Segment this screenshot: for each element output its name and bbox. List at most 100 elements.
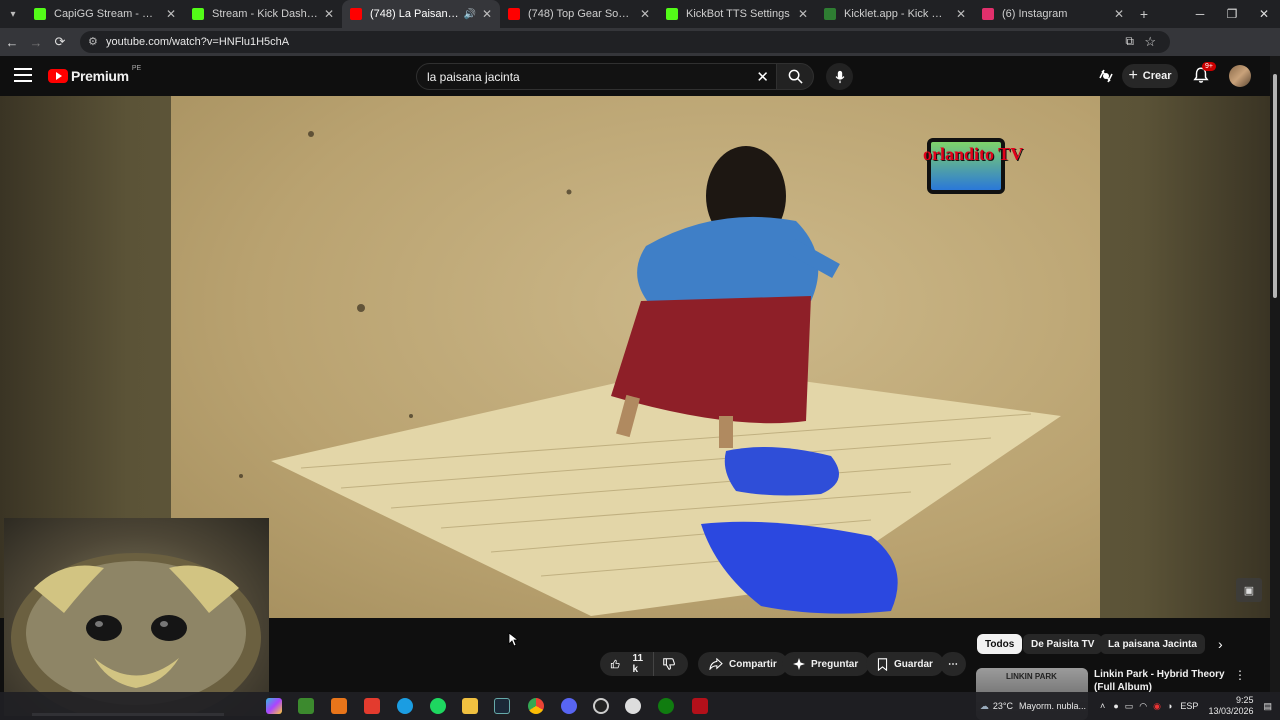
chip-de-paisita-tv[interactable]: De Paisita TV: [1023, 634, 1103, 654]
system-tray: ☁ 23°C Mayorm. nubla... ˄ ● ▭ ◠ ◉ ◑ ESP …: [980, 692, 1280, 720]
language-indicator[interactable]: ESP: [1180, 701, 1198, 711]
create-label: Crear: [1142, 70, 1172, 82]
discord-icon[interactable]: [561, 698, 577, 714]
close-window-button[interactable]: ✕: [1248, 0, 1280, 28]
hamburger-menu-icon[interactable]: [14, 68, 32, 84]
reload-button[interactable]: ⟳: [48, 28, 72, 56]
tab-close-icon[interactable]: ✕: [640, 7, 650, 21]
browser-tab[interactable]: (748) La Paisana Jacinta - Ja 🔊 ✕: [342, 0, 500, 28]
like-button[interactable]: 11 k: [600, 652, 654, 676]
watermark-text: orlandito TV: [923, 144, 1024, 164]
chip-la-paisana-jacinta[interactable]: La paisana Jacinta: [1100, 634, 1205, 654]
browser-tab[interactable]: Stream - Kick Dashboard ✕: [184, 0, 342, 28]
file-explorer-icon[interactable]: [462, 698, 478, 714]
tab-close-icon[interactable]: ✕: [324, 7, 334, 21]
tab-audio-icon[interactable]: 🔊: [463, 9, 475, 20]
window-controls: ─ ❐ ✕: [1184, 0, 1280, 28]
search-input[interactable]: la paisana jacinta ✕: [416, 63, 778, 90]
more-actions-button[interactable]: ⋯: [940, 652, 966, 676]
tab-title: (748) Top Gear Soundtrack - Tr: [528, 8, 634, 20]
thumbs-up-icon: [610, 659, 620, 669]
volume-tray-icon[interactable]: ◑: [1167, 701, 1172, 711]
tree-app-icon[interactable]: [298, 698, 314, 714]
tab-favicon-icon: [350, 8, 362, 20]
ask-button[interactable]: Preguntar: [782, 652, 870, 676]
tab-close-icon[interactable]: ✕: [166, 7, 176, 21]
thumbnail-text: LINKIN PARK: [1006, 672, 1057, 681]
recommendation-title[interactable]: Linkin Park - Hybrid Theory (Full Album): [1094, 668, 1230, 694]
recommendation-menu-icon[interactable]: ⋮: [1234, 668, 1246, 682]
tab-close-icon[interactable]: ✕: [482, 7, 492, 21]
copilot-icon[interactable]: [266, 698, 282, 714]
tab-close-icon[interactable]: ✕: [1114, 7, 1124, 21]
anydesk-icon[interactable]: [364, 698, 380, 714]
clock-date: 13/03/2026: [1208, 706, 1254, 716]
streamlabs-icon[interactable]: [331, 698, 347, 714]
edge-icon[interactable]: [397, 698, 413, 714]
sparkle-icon: [793, 658, 805, 670]
minimize-button[interactable]: ─: [1184, 0, 1216, 28]
steam-icon[interactable]: [494, 698, 510, 714]
spotify-icon[interactable]: [430, 698, 446, 714]
tab-title: CapiGG Stream - Watch Live on Kick: [54, 8, 160, 20]
tab-favicon-icon: [192, 8, 204, 20]
clock-time: 9:25: [1235, 695, 1254, 705]
maximize-button[interactable]: ❐: [1216, 0, 1248, 28]
mic-tray-icon[interactable]: ●: [1113, 701, 1118, 711]
forward-button[interactable]: →: [24, 28, 48, 56]
create-button[interactable]: + Crear: [1122, 64, 1178, 88]
like-dislike-group: 11 k: [600, 652, 688, 676]
tab-favicon-icon: [34, 8, 46, 20]
back-button[interactable]: ←: [0, 28, 24, 56]
weather-desc[interactable]: Mayorm. nubla...: [1019, 701, 1086, 711]
voice-search-button[interactable]: [826, 63, 853, 90]
site-info-icon[interactable]: ⚙: [88, 35, 98, 48]
tab-favicon-icon: [508, 8, 520, 20]
frog-image: [11, 553, 261, 716]
miniplayer-icon[interactable]: ▣: [1236, 578, 1262, 602]
chip-todos[interactable]: Todos: [977, 634, 1023, 654]
display-tray-icon[interactable]: ▭: [1125, 701, 1134, 712]
browser-tab[interactable]: (748) Top Gear Soundtrack - Tr ✕: [500, 0, 658, 28]
address-bar[interactable]: ⚙ youtube.com/watch?v=HNFlu1H5chA ⧉ ☆: [80, 31, 1170, 53]
new-tab-button[interactable]: +: [1132, 6, 1156, 22]
weather-icon: ☁: [979, 700, 989, 711]
clear-search-icon[interactable]: ✕: [756, 68, 769, 86]
tab-close-icon[interactable]: ✕: [798, 7, 808, 21]
youtube-logo[interactable]: Premium PE: [48, 65, 141, 84]
account-avatar[interactable]: [1229, 65, 1251, 87]
browser-tab[interactable]: (6) Instagram ✕: [974, 0, 1132, 28]
browser-tab[interactable]: Kicklet.app - Kick Chatbot and ✕: [816, 0, 974, 28]
app-icon-ghost[interactable]: [625, 698, 641, 714]
tab-search-button[interactable]: ▾: [0, 0, 26, 28]
install-app-icon[interactable]: ⧉: [1125, 34, 1134, 49]
tab-title: (748) La Paisana Jacinta - Ja: [370, 8, 459, 20]
chips-next-icon[interactable]: ›: [1218, 636, 1223, 652]
obs-icon[interactable]: [593, 698, 609, 714]
url-text: youtube.com/watch?v=HNFlu1H5chA: [106, 36, 290, 48]
tab-close-icon[interactable]: ✕: [956, 7, 966, 21]
page-scrollbar[interactable]: [1270, 56, 1280, 720]
pdf-app-icon[interactable]: [692, 698, 708, 714]
studio-icon[interactable]: [1098, 68, 1114, 84]
notification-center-icon[interactable]: ▤: [1263, 701, 1272, 712]
browser-tab[interactable]: CapiGG Stream - Watch Live on Kick ✕: [26, 0, 184, 28]
share-button[interactable]: Compartir: [698, 652, 788, 676]
security-tray-icon[interactable]: ◉: [1153, 701, 1161, 712]
weather-temp[interactable]: 23°C: [993, 701, 1013, 711]
browser-tab[interactable]: KickBot TTS Settings ✕: [658, 0, 816, 28]
clock[interactable]: 9:25 13/03/2026: [1208, 695, 1253, 717]
chrome-icon[interactable]: [528, 698, 544, 714]
dislike-button[interactable]: [654, 652, 690, 676]
save-button[interactable]: Guardar: [866, 652, 944, 676]
bookmark-star-icon[interactable]: ☆: [1144, 34, 1156, 50]
notification-badge: 9+: [1202, 62, 1216, 71]
search-button[interactable]: [776, 63, 814, 90]
tray-chevron-icon[interactable]: ˄: [1100, 701, 1105, 711]
xbox-icon[interactable]: [658, 698, 674, 714]
youtube-play-icon: [48, 69, 68, 83]
bookmark-icon: [877, 657, 888, 671]
wifi-tray-icon[interactable]: ◠: [1139, 701, 1147, 712]
tab-favicon-icon: [666, 8, 678, 20]
video-player[interactable]: orlandito TV: [171, 96, 1100, 618]
